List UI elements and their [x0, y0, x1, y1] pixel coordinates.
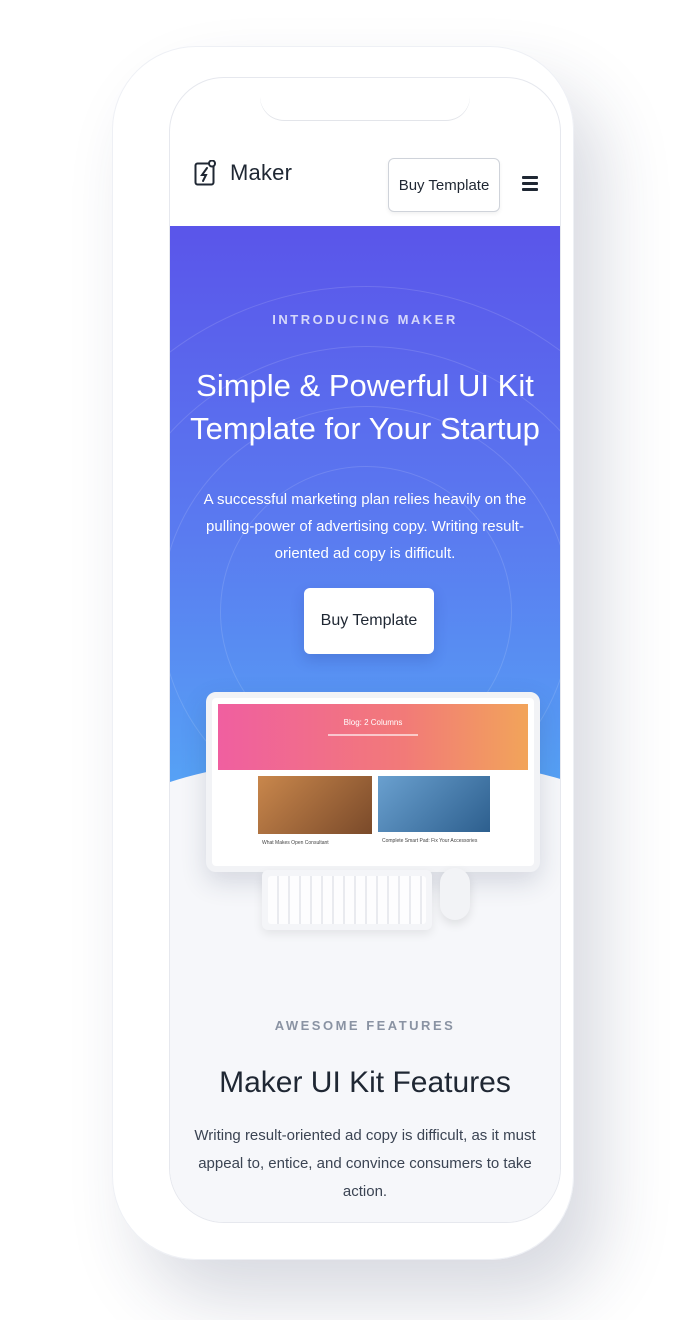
mockup-card-image [378, 776, 490, 832]
brand-name[interactable]: Maker [230, 160, 292, 186]
hamburger-icon[interactable] [522, 176, 538, 191]
mouse-image [440, 868, 470, 920]
monitor-mockup-image: Blog: 2 Columns What Makes Open Consulta… [206, 692, 540, 872]
mockup-card-image [258, 776, 372, 834]
keyboard-image [262, 870, 432, 930]
phone-notch [260, 78, 470, 120]
buy-template-nav-button[interactable]: Buy Template [388, 158, 500, 212]
features-title: Maker UI Kit Features [219, 1066, 511, 1099]
features-eyebrow: AWESOME FEATURES [274, 1018, 456, 1033]
phone-screen: Maker Buy Template INTRODUCING MAKER Sim… [170, 78, 560, 1222]
maker-logo-icon[interactable] [194, 160, 216, 186]
hero-subtitle: A successful marketing plan relies heavi… [203, 491, 527, 562]
hero-title: Simple & Powerful UI Kit Template for Yo… [190, 368, 540, 446]
mockup-banner: Blog: 2 Columns [218, 704, 528, 770]
features-subtitle: Writing result-oriented ad copy is diffi… [194, 1127, 536, 1200]
mockup-banner-title: Blog: 2 Columns [343, 718, 403, 727]
mockup-card-caption: Complete Smart Pad: Fix Your Accessories [382, 838, 478, 844]
buy-template-hero-button[interactable]: Buy Template [304, 588, 434, 654]
navbar: Maker Buy Template [170, 152, 560, 226]
hero-eyebrow: INTRODUCING MAKER [272, 312, 458, 327]
mockup-card-caption: What Makes Open Consultant [262, 840, 329, 846]
